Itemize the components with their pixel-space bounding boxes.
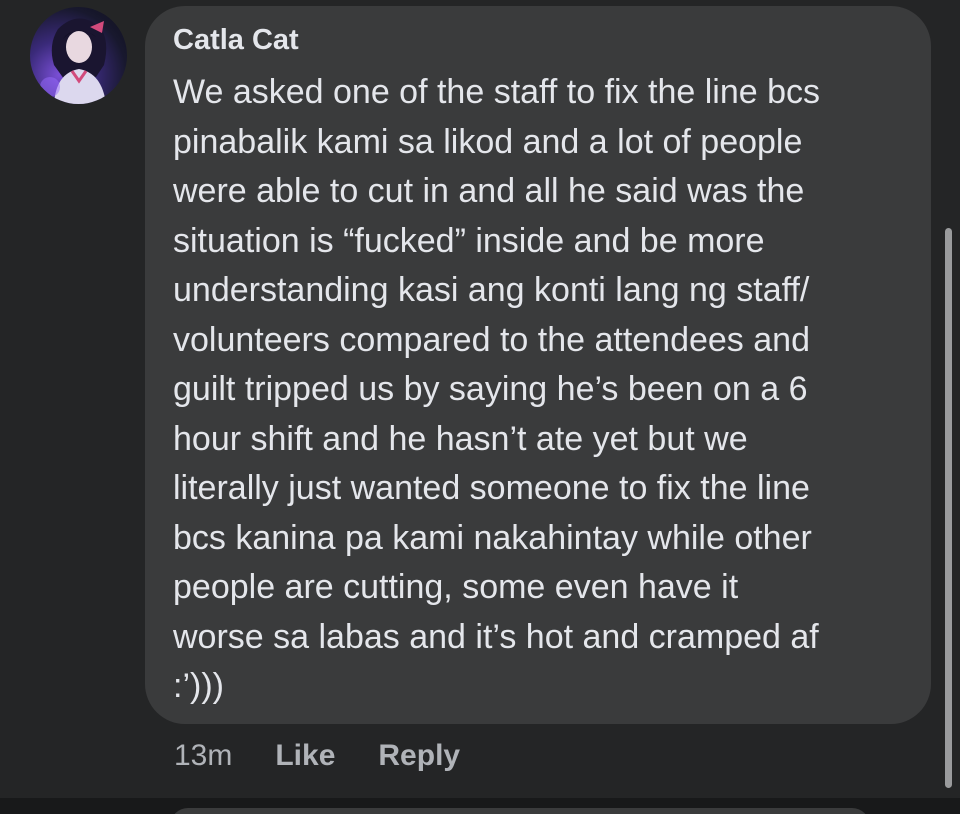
comment-line: :’))) [173, 667, 224, 705]
comment-bubble: Catla Cat We asked one of the staff to f… [145, 6, 931, 724]
comment-line: understanding kasi ang konti lang ng sta… [173, 271, 810, 309]
comment: Catla Cat We asked one of the staff to f… [0, 0, 960, 814]
comment-line: literally just wanted someone to fix the… [173, 469, 810, 507]
comment-body: We asked one of the staff to fix the lin… [173, 68, 913, 712]
reply-button[interactable]: Reply [378, 739, 460, 773]
comment-line: volunteers compared to the attendees and [173, 320, 810, 359]
comment-line: guilt tripped us by saying he’s been on … [173, 370, 808, 408]
comment-actions: 13m Like Reply [174, 736, 503, 776]
comment-line: situation is “fucked” inside and be more [173, 221, 765, 260]
scrollbar[interactable] [945, 228, 952, 788]
like-button[interactable]: Like [275, 739, 335, 773]
comment-timestamp[interactable]: 13m [174, 739, 232, 773]
comment-line: hour shift and he hasn’t ate yet but we [173, 419, 748, 458]
profile-photo-icon [40, 18, 107, 104]
comment-line: were able to cut in and all he said was … [173, 172, 805, 210]
avatar[interactable] [30, 7, 127, 104]
comment-line: people are cutting, some even have it [173, 568, 739, 606]
comment-line: worse sa labas and it’s hot and cramped … [173, 617, 819, 656]
comment-author[interactable]: Catla Cat [173, 24, 299, 57]
comment-line: bcs kanina pa kami nakahintay while othe… [173, 518, 812, 557]
next-comment-bubble [170, 808, 870, 814]
comment-line: We asked one of the staff to fix the lin… [173, 73, 821, 111]
comment-line: pinabalik kami sa likod and a lot of peo… [173, 122, 803, 161]
